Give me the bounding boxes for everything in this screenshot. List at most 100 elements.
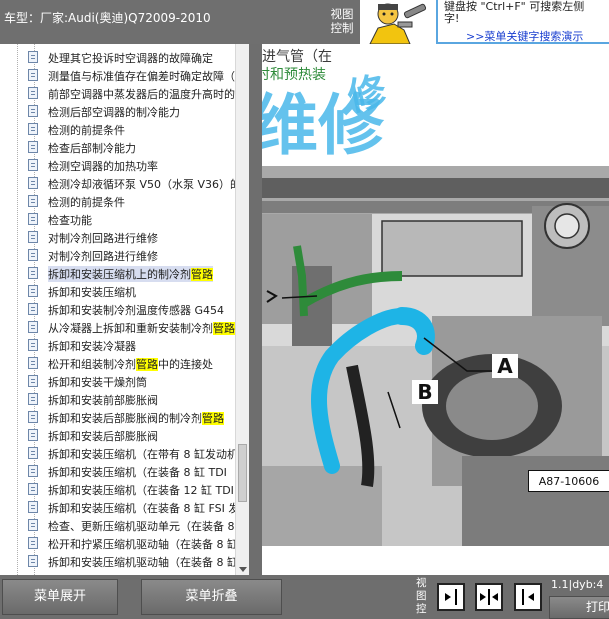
arrow-left-bar-icon [522, 589, 534, 605]
tree-item-label: 检测的前提条件 [48, 122, 125, 138]
tree-item-text: 拆卸和安装压缩机（在装备 8 缸 TDI [48, 466, 227, 479]
svg-text:修: 修 [344, 68, 391, 119]
tree-item[interactable]: 拆卸和安装后部膨胀阀 [0, 426, 235, 444]
tree-item-text: 检查、更新压缩机驱动单元（在装备 8 [48, 520, 235, 533]
tree-item[interactable]: 拆卸和安装制冷剂温度传感器 G454 [0, 300, 235, 318]
document-icon [28, 51, 38, 63]
tree-item[interactable]: 检查、更新压缩机驱动单元（在装备 8 [0, 516, 235, 534]
tree-item-text: 拆卸和安装后部膨胀阀 [48, 430, 158, 443]
tree-item[interactable]: 检测后部空调器的制冷能力 [0, 102, 235, 120]
tree-item[interactable]: 检测空调器的加热功率 [0, 156, 235, 174]
tree-item-text: 松开和拧紧压缩机驱动轴（在装备 8 缸 [48, 538, 235, 551]
tree-item-label: 处理其它投诉时空调器的故障确定 [48, 50, 213, 66]
tree-item[interactable]: 拆卸和安装压缩机 [0, 282, 235, 300]
tree-item[interactable]: 检查后部制冷能力 [0, 138, 235, 156]
pane-right-button[interactable] [514, 583, 542, 611]
status-text: 1.1|dyb:4 [551, 578, 604, 591]
tree-item-label: 拆卸和安装压缩机（在装备 12 缸 TDI [48, 482, 234, 498]
tree-item-label: 松开和拧紧压缩机驱动轴（在装备 8 缸 [48, 536, 235, 552]
tree-item-label: 对制冷剂回路进行维修 [48, 230, 158, 246]
doc-text: 时和预热装 [262, 67, 326, 83]
search-demo-link[interactable]: >>菜单关键字搜索演示 [466, 28, 583, 44]
tree-item-label: 检测的前提条件 [48, 194, 125, 210]
document-icon [28, 69, 38, 81]
document-icon [28, 177, 38, 189]
search-tip-box: 键盘按 "Ctrl+F" 可搜索左侧 字! >>菜单关键字搜索演示 [436, 0, 609, 44]
tree-item[interactable]: 对制冷剂回路进行维修 [0, 246, 235, 264]
tree-item-text: 拆卸和安装压缩机驱动轴（在装备 8 缸 [48, 556, 235, 569]
document-icon [28, 375, 38, 387]
collapse-menu-button[interactable]: 菜单折叠 [141, 579, 282, 615]
document-icon [28, 267, 38, 279]
view-control-button[interactable]: 视图控制 [328, 7, 356, 35]
tree-item-label: 拆卸和安装干燥剂筒 [48, 374, 147, 390]
title-bar: 车型：厂家:Audi(奥迪)Q72009-2010 视图控制 [0, 0, 360, 44]
document-icon [28, 465, 38, 477]
document-icon [28, 321, 38, 333]
tree-item-text: 对制冷剂回路进行维修 [48, 250, 158, 263]
tree-item[interactable]: 拆卸和安装压缩机（在装备 8 缸 TDI [0, 462, 235, 480]
tree-item-label: 测量值与标准值存在偏差时确定故障（ [48, 68, 235, 84]
tree-item-text: 检查后部制冷能力 [48, 142, 136, 155]
mechanic-mascot-icon [364, 0, 432, 44]
tree-item[interactable]: 松开和组装制冷剂管路中的连接处 [0, 354, 235, 372]
tree-item[interactable]: 前部空调器中蒸发器后的温度升高时的 [0, 84, 235, 102]
tree-item-label: 拆卸和安装前部膨胀阀 [48, 392, 158, 408]
tree-item[interactable]: 拆卸和安装后部膨胀阀的制冷剂管路 [0, 408, 235, 426]
tree-item[interactable]: 拆卸和安装前部膨胀阀 [0, 390, 235, 408]
tree-item-text: 测量值与标准值存在偏差时确定故障（ [48, 70, 235, 83]
document-icon [28, 393, 38, 405]
tree-item[interactable]: 处理其它投诉时空调器的故障确定 [0, 48, 235, 66]
scrollbar-thumb[interactable] [238, 444, 247, 502]
callout-a: A [492, 354, 518, 378]
tree-item[interactable]: 检测的前提条件 [0, 120, 235, 138]
document-icon [28, 447, 38, 459]
search-highlight: 管路 [136, 358, 158, 371]
tree-item-text: 对制冷剂回路进行维修 [48, 232, 158, 245]
document-icon [28, 231, 38, 243]
arrow-right-bar-icon [445, 589, 457, 605]
tree-item-text: 检测空调器的加热功率 [48, 160, 158, 173]
pane-left-button[interactable] [437, 583, 465, 611]
tree-item[interactable]: 拆卸和安装压缩机（在带有 8 缸发动机 [0, 444, 235, 462]
tree-item-label: 拆卸和安装压缩机（在装备 8 缸 TDI [48, 464, 227, 480]
pane-splitter[interactable] [249, 44, 262, 575]
tree-item-label: 检查功能 [48, 212, 92, 228]
scroll-down-arrow-icon[interactable] [239, 567, 247, 572]
tree-item-text: 拆卸和安装压缩机 [48, 286, 136, 299]
tree-item-label: 检查、更新压缩机驱动单元（在装备 8 [48, 518, 235, 534]
document-icon [28, 249, 38, 261]
tree-item[interactable]: 拆卸和安装压缩机（在装备 8 缸 FSI 发 [0, 498, 235, 516]
help-banner: 键盘按 "Ctrl+F" 可搜索左侧 字! >>菜单关键字搜索演示 [360, 0, 609, 44]
tree-item[interactable]: 拆卸和安装冷凝器 [0, 336, 235, 354]
tree-item-text: 拆卸和安装后部膨胀阀的制冷剂 [48, 412, 202, 425]
tree-item[interactable]: 拆卸和安装压缩机（在装备 12 缸 TDI [0, 480, 235, 498]
tree-item[interactable]: 检查功能 [0, 210, 235, 228]
tree-item[interactable]: 对制冷剂回路进行维修 [0, 228, 235, 246]
document-icon [28, 159, 38, 171]
tree-item[interactable]: 检测冷却液循环泵 V50（水泵 V36）的 [0, 174, 235, 192]
document-icon [28, 141, 38, 153]
document-icon [28, 123, 38, 135]
tree-item[interactable]: 测量值与标准值存在偏差时确定故障（ [0, 66, 235, 84]
tree-item[interactable]: 从冷凝器上拆卸和重新安装制冷剂管路 [0, 318, 235, 336]
tree-item[interactable]: 拆卸和安装压缩机驱动轴（在装备 8 缸 [0, 552, 235, 570]
search-highlight: 管路 [202, 412, 224, 425]
print-button[interactable]: 打印 [549, 596, 609, 619]
tree-item-text: 检测后部空调器的制冷能力 [48, 106, 180, 119]
tree-item[interactable]: 松开和拧紧压缩机驱动轴（在装备 8 缸 [0, 534, 235, 552]
expand-menu-button[interactable]: 菜单展开 [2, 579, 118, 615]
document-icon [28, 339, 38, 351]
tree-item[interactable]: 检测的前提条件 [0, 192, 235, 210]
tree-item-text: 拆卸和安装前部膨胀阀 [48, 394, 158, 407]
pane-split-button[interactable] [475, 583, 503, 611]
tree-item-label: 检测后部空调器的制冷能力 [48, 104, 180, 120]
document-icon [28, 195, 38, 207]
tree-item[interactable]: 拆卸和安装压缩机上的制冷剂管路 [0, 264, 235, 282]
tree-item[interactable]: 拆卸和安装干燥剂筒 [0, 372, 235, 390]
document-icon [28, 357, 38, 369]
tree-scrollbar[interactable] [235, 44, 250, 575]
document-icon [28, 213, 38, 225]
tree-item-label: 检测空调器的加热功率 [48, 158, 158, 174]
tree-item-text: 拆卸和安装压缩机（在带有 8 缸发动机 [48, 448, 235, 461]
